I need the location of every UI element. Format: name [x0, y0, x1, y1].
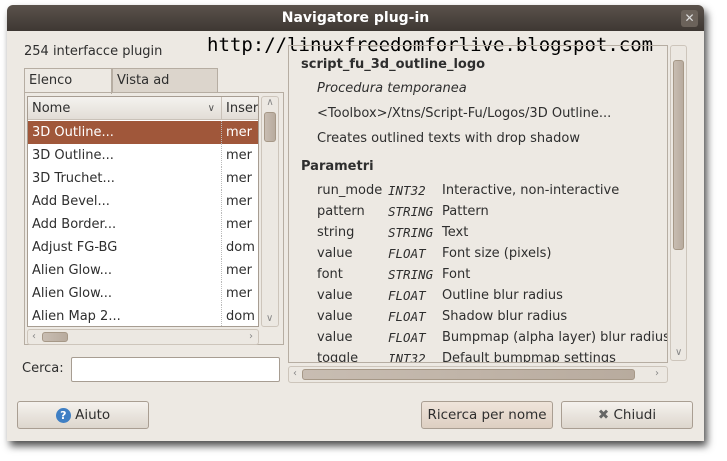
param-desc: Font [442, 267, 471, 282]
list-row[interactable]: 3D Outline... mer [28, 121, 258, 144]
column-header-name[interactable]: Nome ∨ [28, 97, 221, 120]
procedure-path: <Toolbox>/Xtns/Script-Fu/Logos/3D Outlin… [317, 106, 612, 121]
param-type: FLOAT [388, 288, 426, 303]
details-panel: script_fu_3d_outline_logo Procedura temp… [288, 45, 668, 363]
tab-elenco-viste[interactable]: Elenco viste [24, 68, 112, 111]
row-menu: mer [221, 282, 252, 305]
param-desc: Text [442, 225, 469, 240]
param-type: STRING [388, 204, 434, 219]
row-menu: dom [221, 236, 255, 259]
param-name: value [317, 288, 353, 303]
window-title: Navigatore plug-in [281, 10, 430, 26]
help-button[interactable]: ? Aiuto [17, 401, 149, 429]
list-header: Nome ∨ Inser [28, 97, 258, 120]
tab-vista-albero[interactable]: Vista ad albero [112, 68, 218, 111]
scroll-down-icon[interactable]: ∨ [675, 347, 682, 358]
row-name: Add Border... [32, 217, 117, 232]
search-label: Cerca: [22, 361, 64, 376]
list-row[interactable]: Alien Glow... mer [28, 259, 258, 282]
row-menu: mer [221, 213, 252, 236]
plugin-list[interactable]: Nome ∨ Inser 3D Outline... mer 3D Outline..… [27, 96, 259, 327]
row-name: Alien Glow... [32, 286, 112, 301]
chevron-down-icon: ∨ [207, 103, 215, 114]
param-type: FLOAT [388, 330, 426, 345]
param-name: font [317, 267, 343, 282]
scroll-thumb[interactable] [673, 60, 684, 250]
plugin-count: 254 interfacce plugin [24, 44, 163, 59]
param-desc: Bumpmap (alpha layer) blur radius [442, 330, 668, 345]
param-type: STRING [388, 267, 434, 282]
param-desc: Pattern [442, 204, 489, 219]
procedure-name: script_fu_3d_outline_logo [301, 57, 486, 72]
column-label: Nome [32, 101, 71, 116]
list-row[interactable]: Alien Glow... mer [28, 282, 258, 305]
param-type: INT32 [388, 183, 426, 198]
row-name: Adjust FG-BG [32, 240, 118, 255]
close-label: Chiudi [613, 407, 657, 423]
param-desc: Font size (pixels) [442, 246, 552, 261]
row-name: Alien Glow... [32, 263, 112, 278]
list-row[interactable]: Alien Map 2... dom [28, 305, 258, 326]
param-desc: Interactive, non-interactive [442, 183, 620, 198]
row-name: 3D Outline... [32, 125, 114, 140]
param-type: INT32 [388, 351, 426, 363]
list-row[interactable]: Add Border... mer [28, 213, 258, 236]
scroll-up-icon[interactable]: ∧ [262, 97, 278, 108]
scroll-left-icon[interactable]: ‹ [32, 331, 36, 342]
param-type: FLOAT [388, 309, 426, 324]
param-name: toggle [317, 351, 359, 363]
scroll-left-icon[interactable]: ‹ [293, 368, 297, 379]
param-desc: Default bumpmap settings [442, 351, 616, 363]
row-name: Add Bevel... [32, 194, 110, 209]
row-menu: mer [221, 144, 252, 167]
param-name: string [317, 225, 355, 240]
scroll-thumb[interactable] [302, 369, 635, 380]
list-horizontal-scrollbar[interactable]: ‹ › [27, 329, 259, 345]
scroll-right-icon[interactable]: › [655, 368, 659, 379]
param-desc: Outline blur radius [442, 288, 563, 303]
title-bar: Navigatore plug-in [7, 5, 704, 31]
help-label: Aiuto [75, 407, 111, 423]
row-menu: mer [221, 167, 252, 190]
param-type: FLOAT [388, 246, 426, 261]
scroll-right-icon[interactable]: › [249, 331, 253, 342]
param-name: pattern [317, 204, 365, 219]
param-name: value [317, 330, 353, 345]
param-desc: Shadow blur radius [442, 309, 568, 324]
param-name: run_mode [317, 183, 383, 198]
scroll-thumb[interactable] [264, 112, 276, 142]
list-vertical-scrollbar[interactable]: ∧ ∨ [261, 96, 279, 327]
help-icon: ? [55, 408, 71, 423]
search-label-text: Cerca: [22, 361, 64, 376]
list-row[interactable]: 3D Outline... mer [28, 144, 258, 167]
list-row[interactable]: Add Bevel... mer [28, 190, 258, 213]
list-row[interactable]: 3D Truchet... mer [28, 167, 258, 190]
details-vertical-scrollbar[interactable]: ∨ [670, 45, 687, 361]
params-heading: Parametri [301, 159, 374, 174]
procedure-type: Procedura temporanea [317, 81, 467, 96]
param-type: STRING [388, 225, 434, 240]
procedure-description: Creates outlined texts with drop shadow [317, 131, 580, 146]
column-header-menu[interactable]: Inser [221, 97, 258, 120]
search-input[interactable] [71, 357, 280, 382]
details-horizontal-scrollbar[interactable]: ‹ › [288, 366, 668, 383]
param-name: value [317, 246, 353, 261]
param-name: value [317, 309, 353, 324]
close-icon[interactable]: ✕ [681, 10, 698, 27]
scroll-down-icon[interactable]: ∨ [266, 313, 273, 324]
row-name: 3D Truchet... [32, 171, 115, 186]
row-menu: mer [221, 259, 252, 282]
row-menu: mer [221, 190, 252, 213]
row-name: Alien Map 2... [32, 309, 121, 324]
close-button[interactable]: ✖ Chiudi [561, 401, 693, 429]
row-name: 3D Outline... [32, 148, 114, 163]
row-menu: dom [221, 305, 255, 326]
close-icon: ✖ [597, 407, 610, 423]
search-by-name-button[interactable]: Ricerca per nome [421, 401, 553, 429]
scroll-thumb[interactable] [42, 332, 68, 342]
search-by-name-label: Ricerca per nome [427, 407, 547, 423]
row-menu: mer [221, 121, 252, 144]
list-row[interactable]: Adjust FG-BG dom [28, 236, 258, 259]
